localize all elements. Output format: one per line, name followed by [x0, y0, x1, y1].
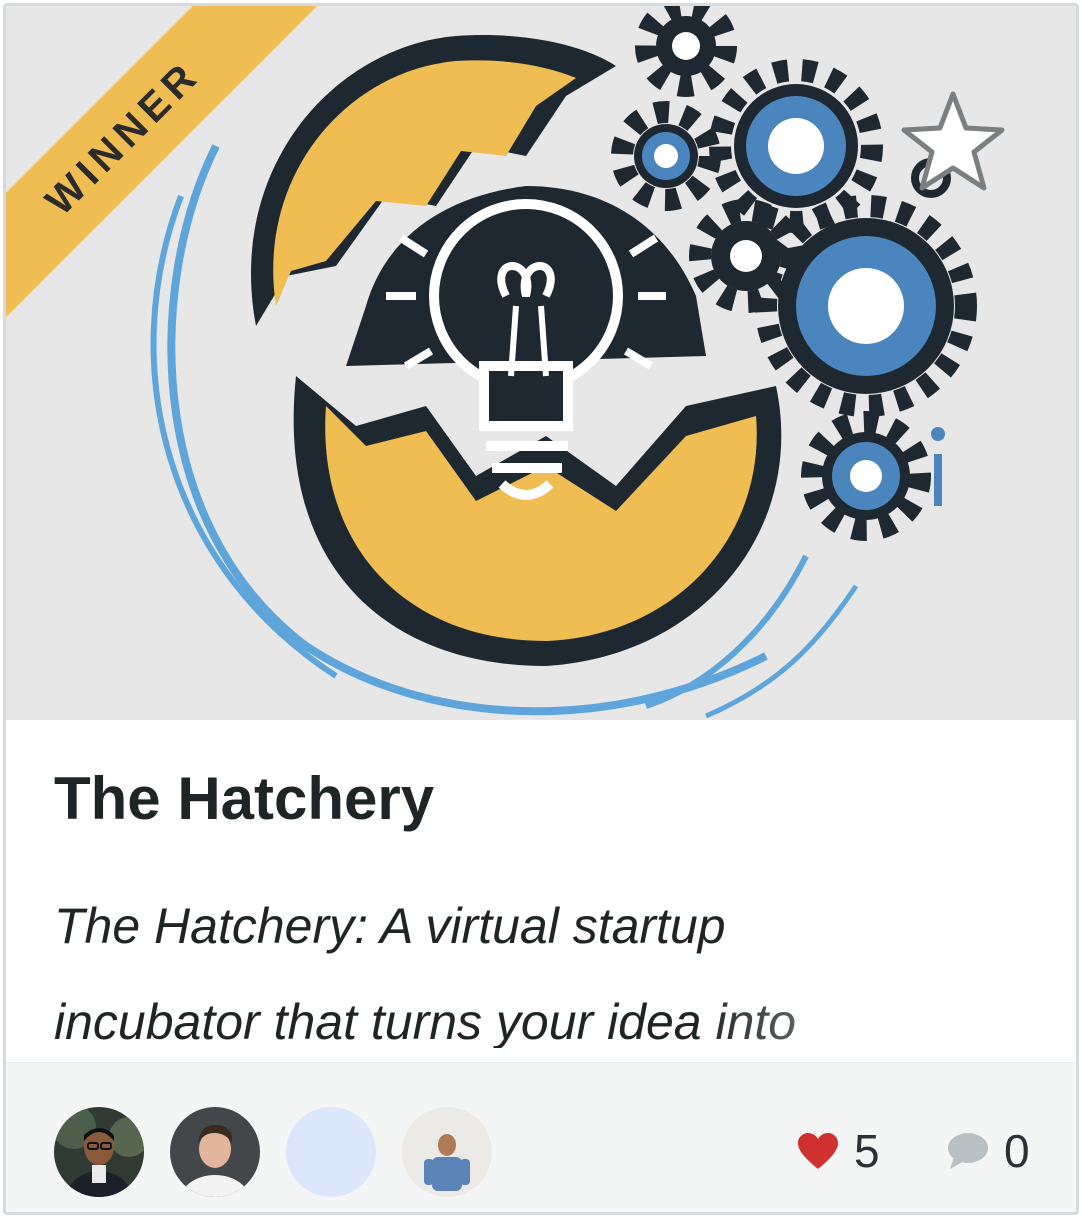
software-card[interactable]: WINNER The Hatchery The Hatchery: A virt… [3, 3, 1079, 1215]
tagline-line-1: The Hatchery: A virtual startup [54, 898, 726, 954]
member-avatar-placeholder[interactable] [286, 1107, 376, 1197]
member-avatar[interactable] [402, 1107, 492, 1197]
member-avatar[interactable] [170, 1107, 260, 1197]
favorite-star-button[interactable] [898, 86, 1008, 196]
project-thumbnail[interactable]: WINNER [6, 6, 1076, 720]
likes-value: 5 [854, 1125, 880, 1177]
star-icon [901, 91, 1005, 191]
member-photo [402, 1107, 492, 1197]
member-photo [54, 1107, 144, 1197]
project-tagline: The Hatchery: A virtual startup incubato… [54, 878, 954, 1048]
comments-count[interactable]: 0 [946, 1121, 1030, 1181]
member-avatar[interactable] [54, 1107, 144, 1197]
card-content[interactable]: The Hatchery The Hatchery: A virtual sta… [6, 720, 1076, 1064]
tagline-line-2: incubator that turns your idea into [54, 994, 797, 1048]
project-title[interactable]: The Hatchery [54, 764, 434, 833]
likes-count[interactable]: 5 [796, 1121, 880, 1181]
card-footer: 5 0 [6, 1062, 1076, 1212]
comment-bubble-icon [948, 1133, 988, 1169]
member-photo [170, 1107, 260, 1197]
comments-value: 0 [1004, 1125, 1030, 1177]
heart-icon [798, 1133, 838, 1169]
